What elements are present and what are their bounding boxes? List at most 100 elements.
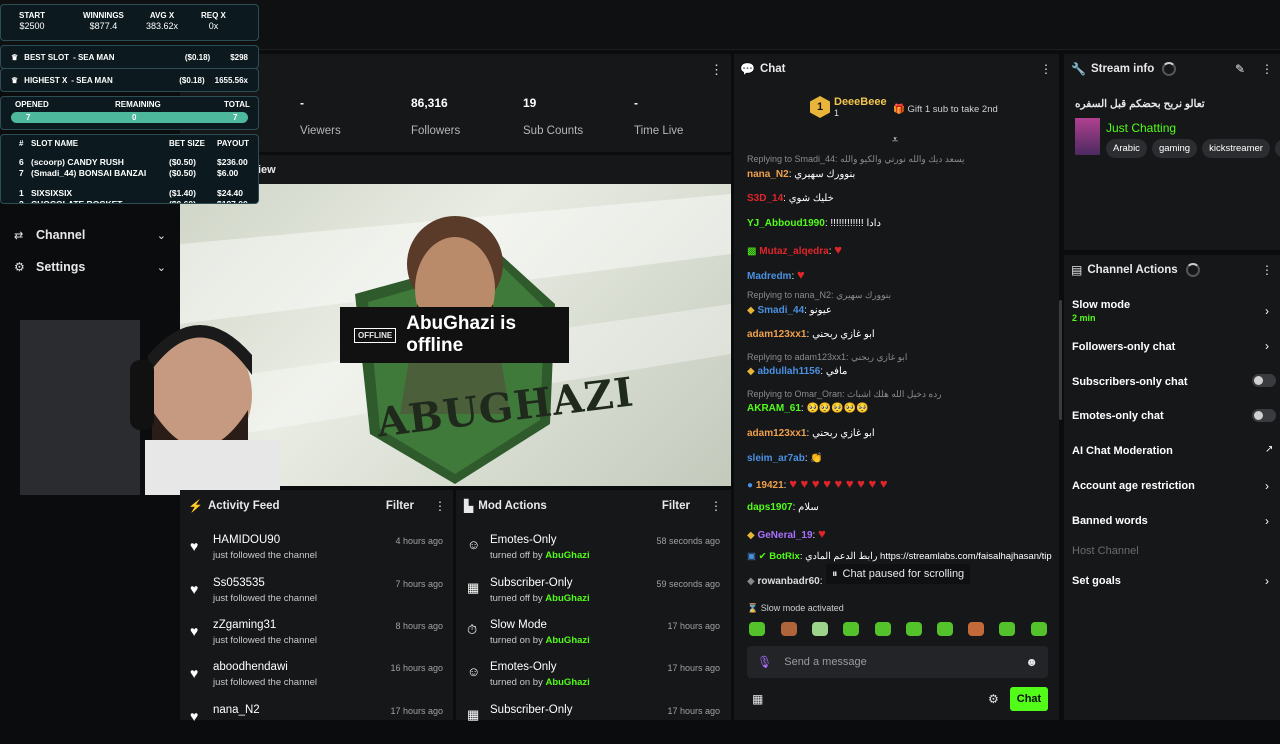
total-value: 7 bbox=[233, 113, 238, 122]
sidebar-item-settings[interactable]: ⚙ Settings ⌄ bbox=[14, 258, 166, 276]
chat-username[interactable]: nana_N2 bbox=[747, 169, 789, 180]
chevron-right-icon[interactable]: › bbox=[1265, 304, 1269, 318]
kebab-icon[interactable]: ⋮ bbox=[710, 62, 723, 78]
chat-username[interactable]: YJ_Abboud1990 bbox=[747, 218, 825, 229]
col-bet: BET SIZE bbox=[169, 139, 206, 148]
chevron-right-icon[interactable]: › bbox=[1265, 479, 1269, 493]
chat-username[interactable]: GeNeral_19 bbox=[757, 530, 812, 541]
followers-only-option[interactable]: Followers-only chat bbox=[1072, 341, 1175, 353]
chevron-right-icon[interactable]: › bbox=[1265, 339, 1269, 353]
activity-item[interactable]: ♥ aboodhendawi just followed the channel 16… bbox=[190, 661, 446, 701]
chat-username[interactable]: Madredm bbox=[747, 271, 791, 282]
mod-action-item[interactable]: ▦ Subscriber-Only turned off by AbuGhazi 59… bbox=[467, 577, 723, 617]
activity-filter-button[interactable]: Filter bbox=[386, 500, 414, 512]
gear-icon[interactable]: ⚙ bbox=[988, 692, 999, 706]
mod-action-user[interactable]: AbuGhazi bbox=[545, 550, 589, 561]
emote-icon[interactable] bbox=[843, 622, 859, 636]
subscribers-only-toggle[interactable] bbox=[1252, 374, 1276, 387]
emote-icon: ☺ bbox=[467, 537, 481, 552]
progress-bar bbox=[11, 112, 248, 123]
top-gifter[interactable]: 1 DeeeBeee 1 bbox=[810, 96, 887, 118]
kebab-icon[interactable]: ⋮ bbox=[1261, 62, 1273, 76]
kebab-icon[interactable]: ⋮ bbox=[1040, 62, 1052, 76]
chat-username[interactable]: adam123xx1 bbox=[747, 428, 807, 439]
tag-chip[interactable]: kickstreamer bbox=[1202, 139, 1270, 158]
message-input[interactable]: 🎙 Send a message ☻ bbox=[747, 646, 1048, 678]
chat-username[interactable]: BotRix bbox=[769, 551, 800, 562]
mod-filter-button[interactable]: Filter bbox=[662, 500, 690, 512]
kebab-icon[interactable]: ⋮ bbox=[710, 499, 722, 513]
activity-username[interactable]: zZgaming31 bbox=[213, 619, 276, 631]
chat-username[interactable]: daps1907 bbox=[747, 502, 793, 513]
mod-action-item[interactable]: ☺ Emotes-Only turned on by AbuGhazi 17 hour… bbox=[467, 661, 723, 701]
activity-username[interactable]: HAMIDOU90 bbox=[213, 534, 280, 546]
mod-action-verb: turned off by bbox=[490, 550, 543, 561]
emote-icon[interactable] bbox=[781, 622, 797, 636]
reply-context: Replying to Omar_Oran: رده دخيل الله هلك… bbox=[747, 389, 942, 399]
microphone-icon[interactable]: 🎙 bbox=[757, 655, 772, 669]
emoji-icon[interactable]: ☻ bbox=[1025, 655, 1038, 669]
activity-item[interactable]: ♥ zZgaming31 just followed the channel 8 ho… bbox=[190, 619, 446, 659]
mod-action-user[interactable]: AbuGhazi bbox=[545, 635, 589, 646]
mod-action-user[interactable]: AbuGhazi bbox=[545, 677, 589, 688]
set-goals-option[interactable]: Set goals bbox=[1072, 575, 1121, 587]
edit-icon[interactable]: ✎ bbox=[1235, 62, 1245, 76]
chat-username[interactable]: AKRAM_61 bbox=[747, 403, 801, 414]
chevron-right-icon[interactable]: › bbox=[1265, 514, 1269, 528]
emotes-only-toggle[interactable] bbox=[1252, 409, 1276, 422]
mod-action-item[interactable]: ▦ Subscriber-Only 17 hours ago bbox=[467, 704, 723, 744]
chat-username[interactable]: Smadi_44 bbox=[757, 305, 804, 316]
category-name[interactable]: Just Chatting bbox=[1106, 121, 1176, 135]
chat-username[interactable]: rowanbadr60 bbox=[757, 576, 819, 587]
ai-moderation-option[interactable]: AI Chat Moderation bbox=[1072, 445, 1173, 457]
mod-action-item[interactable]: ☺ Emotes-Only turned off by AbuGhazi 58 sec… bbox=[467, 534, 723, 574]
age-restriction-option[interactable]: Account age restriction bbox=[1072, 480, 1195, 492]
chat-username[interactable]: 19421 bbox=[756, 480, 784, 491]
chat-username[interactable]: sleim_ar7ab bbox=[747, 453, 805, 464]
tag-chip[interactable]: a bbox=[1274, 139, 1280, 158]
activity-item[interactable]: ♥ HAMIDOU90 just followed the channel 4 hou… bbox=[190, 534, 446, 574]
col-num: # bbox=[19, 139, 24, 148]
trophy-icon: ♛ bbox=[11, 52, 19, 62]
slow-mode-text: Slow mode activated bbox=[760, 603, 844, 613]
mod-action-item[interactable]: ⏱ Slow Mode turned on by AbuGhazi 17 hours … bbox=[467, 619, 723, 659]
activity-username[interactable]: aboodhendawi bbox=[213, 661, 288, 673]
tag-chip[interactable]: gaming bbox=[1151, 139, 1198, 158]
chat-username[interactable]: Mutaz_alqedra bbox=[759, 246, 828, 257]
kebab-icon[interactable]: ⋮ bbox=[1261, 263, 1273, 277]
chat-text: رابط الدعم المادي https://streamlabs.com… bbox=[805, 551, 1052, 562]
emote-icon[interactable] bbox=[937, 622, 953, 636]
sidebar-item-channel[interactable]: ⇄ Channel ⌄ bbox=[14, 226, 166, 244]
mod-action-user[interactable]: AbuGhazi bbox=[545, 593, 589, 604]
chevron-down-icon: ⌄ bbox=[156, 261, 166, 274]
slow-mode-option[interactable]: Slow mode bbox=[1072, 299, 1130, 311]
category-thumbnail[interactable] bbox=[1075, 118, 1100, 155]
gift-sub-prompt[interactable]: 🎁 Gift 1 sub to take 2nd bbox=[893, 104, 998, 115]
scrollbar[interactable] bbox=[1059, 300, 1062, 420]
emote-icon[interactable] bbox=[749, 622, 765, 636]
emote-icon[interactable] bbox=[1031, 622, 1047, 636]
activity-item[interactable]: ♥ Ss053535 just followed the channel 7 hour… bbox=[190, 577, 446, 617]
chat-username[interactable]: S3D_14 bbox=[747, 193, 783, 204]
emote-icon[interactable] bbox=[875, 622, 891, 636]
activity-username[interactable]: Ss053535 bbox=[213, 577, 265, 589]
store-icon[interactable]: ▦ bbox=[752, 692, 763, 706]
banned-words-option[interactable]: Banned words bbox=[1072, 515, 1148, 527]
emote-icon[interactable] bbox=[812, 622, 828, 636]
chat-username[interactable]: abdullah1156 bbox=[757, 366, 820, 377]
collapse-icon[interactable]: ⩡ bbox=[892, 134, 898, 147]
chat-paused-banner[interactable]: ⏸ Chat paused for scrolling bbox=[826, 564, 971, 584]
activity-username[interactable]: nana_N2 bbox=[213, 704, 260, 716]
emote-icon[interactable] bbox=[906, 622, 922, 636]
activity-item[interactable]: ♥ nana_N2 17 hours ago bbox=[190, 704, 446, 744]
kebab-icon[interactable]: ⋮ bbox=[434, 499, 446, 513]
send-chat-button[interactable]: Chat bbox=[1010, 687, 1048, 711]
emote-icon[interactable] bbox=[999, 622, 1015, 636]
chevron-right-icon[interactable]: › bbox=[1265, 574, 1269, 588]
chat-username[interactable]: adam123xx1 bbox=[747, 329, 807, 340]
chat-text: بنوورك سهيري bbox=[794, 169, 856, 180]
slot-payout: $24.40 bbox=[217, 188, 243, 198]
tag-chip[interactable]: Arabic bbox=[1106, 139, 1147, 158]
emote-icon[interactable] bbox=[968, 622, 984, 636]
external-link-icon[interactable]: ↗ bbox=[1265, 444, 1273, 455]
